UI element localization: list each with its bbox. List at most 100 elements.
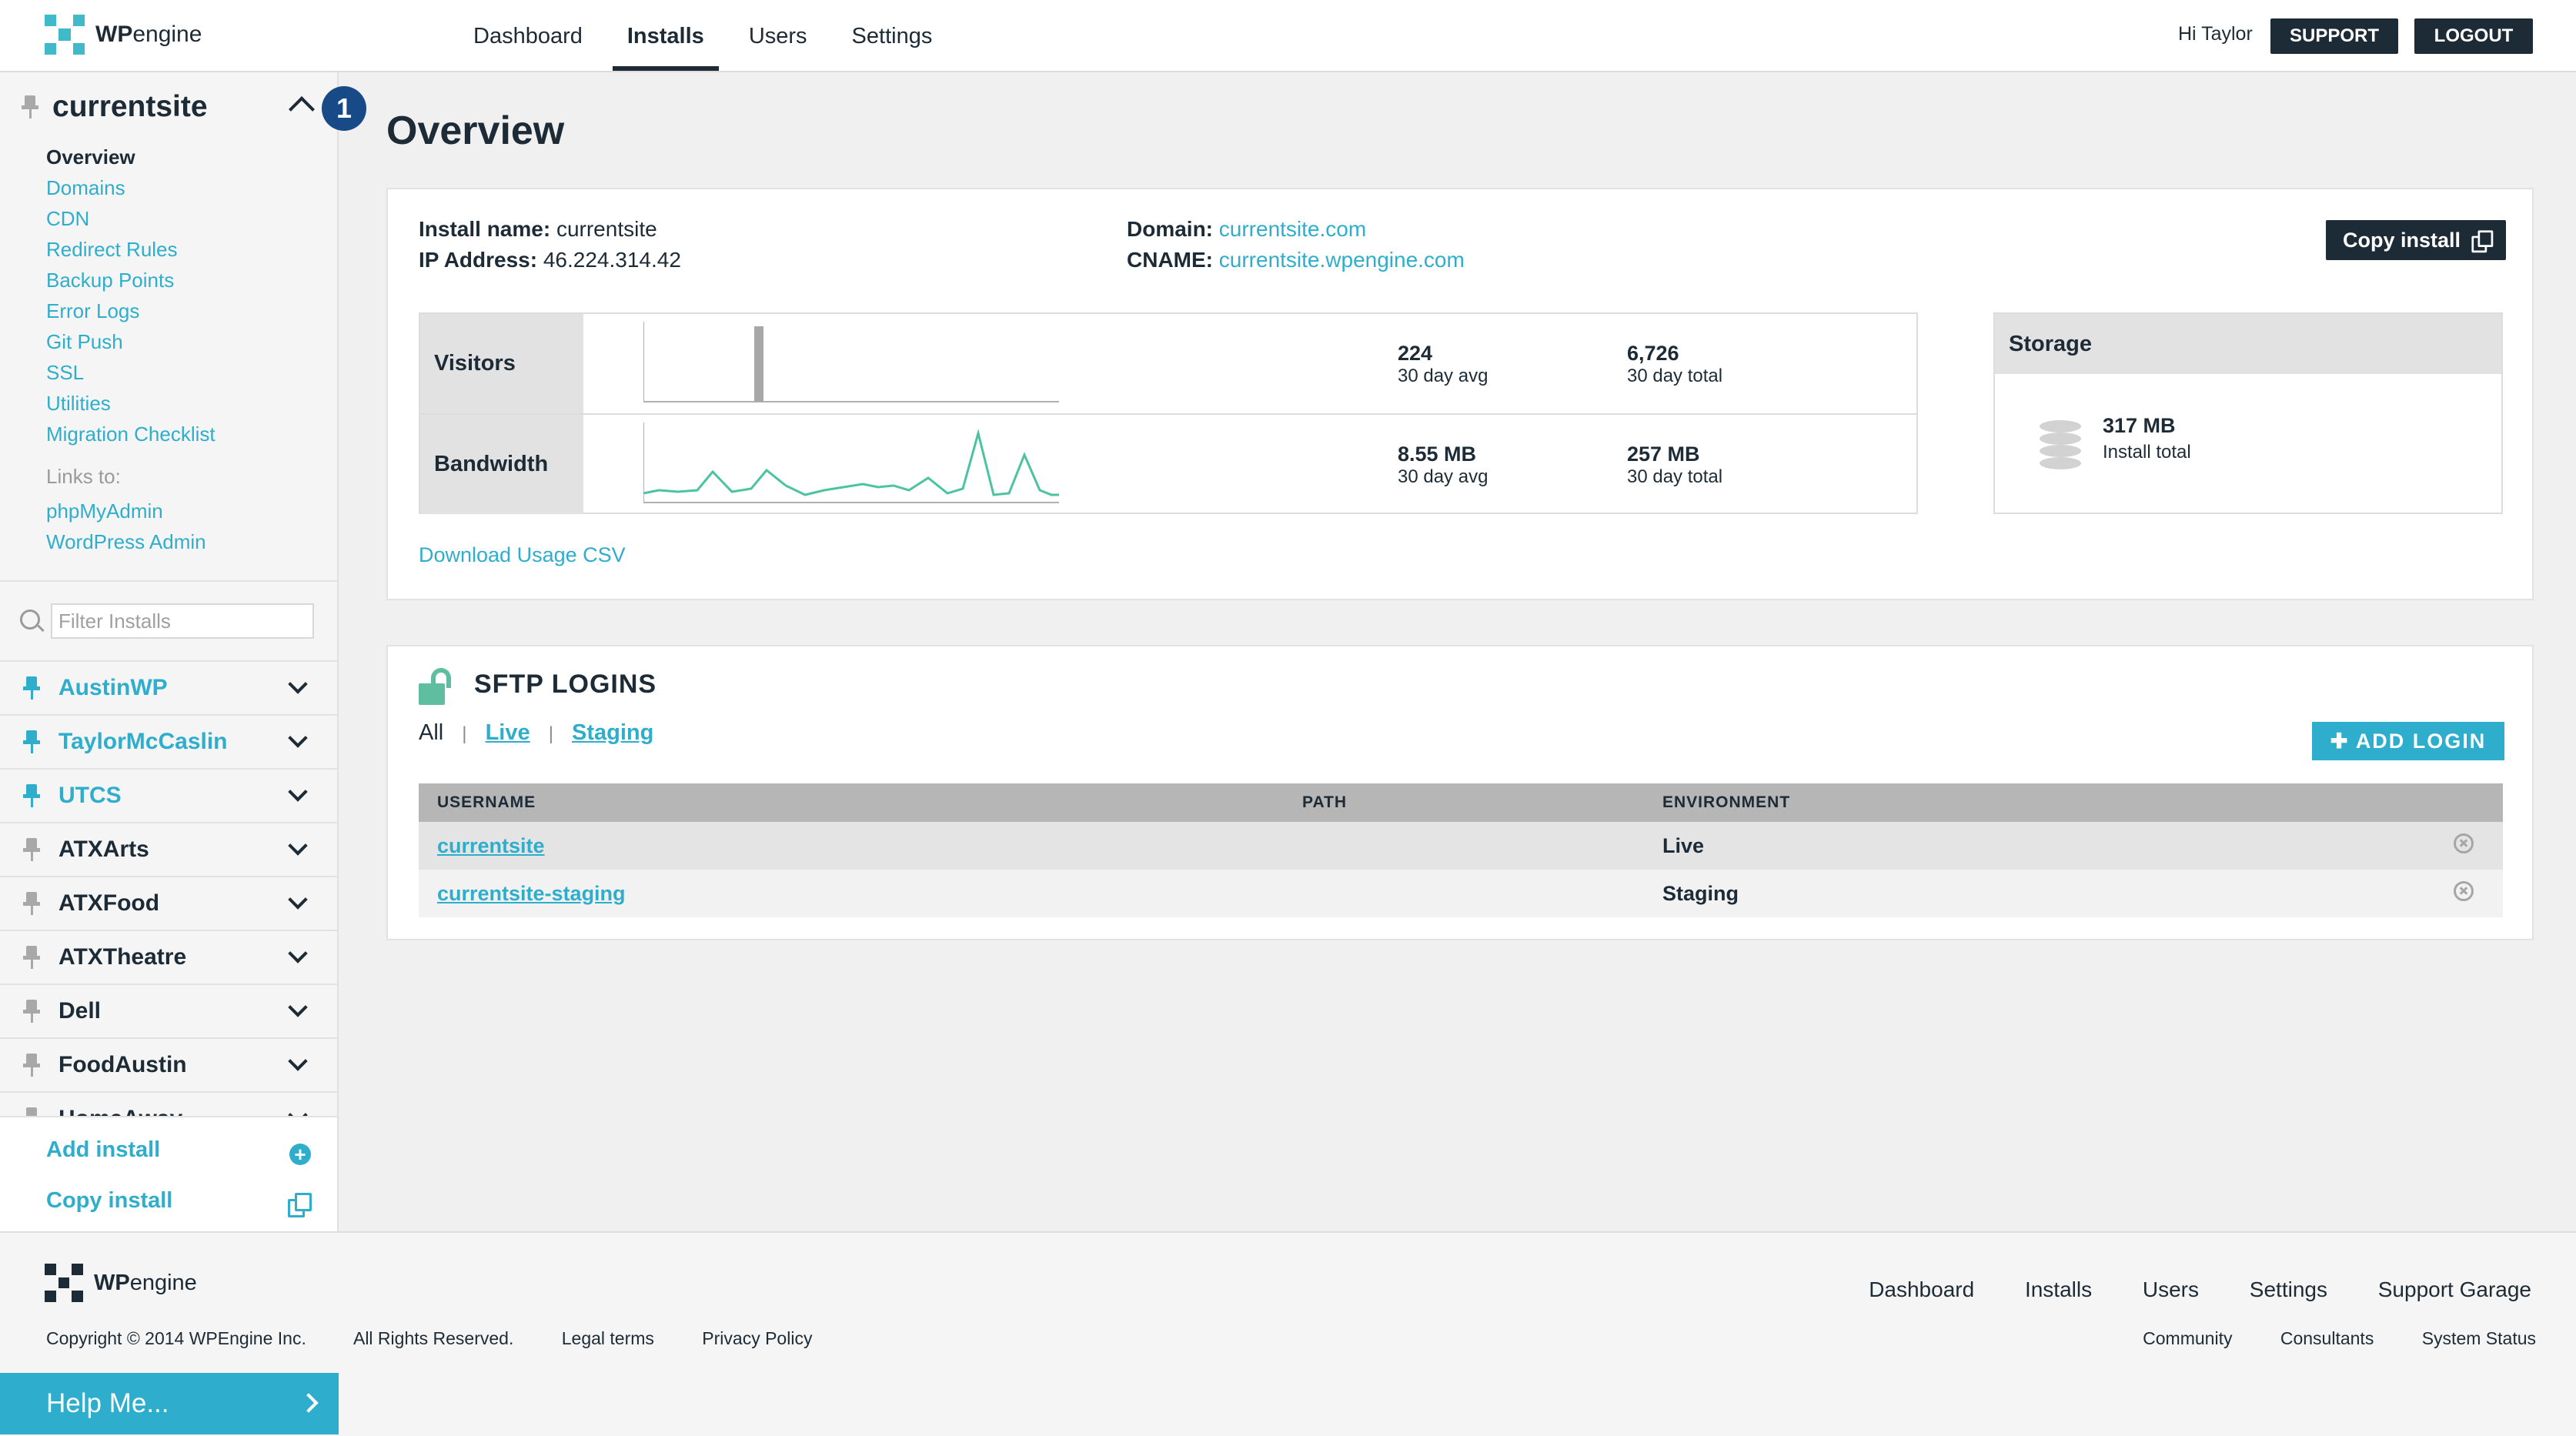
install-row[interactable]: AustinWP xyxy=(0,660,337,714)
support-button[interactable]: SUPPORT xyxy=(2270,18,2398,54)
current-install-header[interactable]: currentsite xyxy=(22,88,322,126)
pin-icon[interactable] xyxy=(23,784,40,807)
storage-title: Storage xyxy=(1995,314,2501,374)
username-link[interactable]: currentsite-staging xyxy=(437,882,626,905)
pin-icon[interactable] xyxy=(23,838,40,861)
sub-nav-overview[interactable]: Overview xyxy=(46,142,216,172)
sub-nav-error-logs[interactable]: Error Logs xyxy=(46,296,216,326)
filter-live[interactable]: Live xyxy=(486,720,530,745)
install-row[interactable]: ATXTheatre xyxy=(0,930,337,983)
usage-table: Visitors 224 30 day avg 6,726 30 day tot… xyxy=(419,312,1918,514)
chevron-down-icon[interactable] xyxy=(288,943,308,963)
privacy-policy-link[interactable]: Privacy Policy xyxy=(702,1328,812,1348)
phpmyadmin-link[interactable]: phpMyAdmin xyxy=(46,496,206,526)
pin-icon[interactable] xyxy=(23,730,40,753)
footer-nav-installs[interactable]: Installs xyxy=(2025,1277,2092,1301)
footer-nav-support-garage[interactable]: Support Garage xyxy=(2378,1277,2531,1301)
sub-nav-redirect-rules[interactable]: Redirect Rules xyxy=(46,234,216,265)
table-header-row: USERNAME PATH ENVIRONMENT xyxy=(419,783,2503,822)
cname-link[interactable]: currentsite.wpengine.com xyxy=(1219,248,1465,272)
pin-icon[interactable] xyxy=(23,946,40,969)
footer-logo[interactable]: WPengine xyxy=(45,1264,197,1302)
filter-installs-area xyxy=(0,580,337,662)
nav-settings[interactable]: Settings xyxy=(837,0,947,71)
pin-icon[interactable] xyxy=(23,1054,40,1077)
footer-nav-settings[interactable]: Settings xyxy=(2250,1277,2327,1301)
sub-nav-domains[interactable]: Domains xyxy=(46,172,216,203)
install-name: TaylorMcCaslin xyxy=(58,729,228,754)
legal-terms-link[interactable]: Legal terms xyxy=(562,1328,654,1348)
pin-icon[interactable] xyxy=(23,1000,40,1023)
install-row[interactable]: FoodAustin xyxy=(0,1037,337,1091)
remove-login-icon[interactable] xyxy=(2454,833,2474,853)
sub-nav-ssl[interactable]: SSL xyxy=(46,357,216,388)
username-link[interactable]: currentsite xyxy=(437,834,545,857)
footer-system-status-link[interactable]: System Status xyxy=(2422,1328,2536,1348)
add-login-button[interactable]: ✚ ADD LOGIN xyxy=(2312,722,2504,760)
install-sub-nav: Overview Domains CDN Redirect Rules Back… xyxy=(46,142,216,449)
install-row[interactable]: UTCS xyxy=(0,768,337,822)
install-name-value: currentsite xyxy=(556,217,657,241)
nav-users[interactable]: Users xyxy=(734,0,822,71)
install-row[interactable]: TaylorMcCaslin xyxy=(0,714,337,768)
logo-text: WPengine xyxy=(95,22,202,47)
install-name: FoodAustin xyxy=(58,1052,187,1077)
download-usage-csv-link[interactable]: Download Usage CSV xyxy=(419,543,626,567)
username-cell: currentsite xyxy=(419,822,1284,870)
chevron-down-icon[interactable] xyxy=(288,782,308,802)
sub-nav-utilities[interactable]: Utilities xyxy=(46,388,216,419)
database-icon xyxy=(2040,420,2081,469)
wpengine-logo[interactable]: WPengine xyxy=(45,14,202,55)
copy-install-button[interactable]: Copy install xyxy=(2326,220,2506,260)
footer-nav: Dashboard Installs Users Settings Suppor… xyxy=(1824,1277,2531,1302)
install-row[interactable]: Dell xyxy=(0,983,337,1037)
footer-community-link[interactable]: Community xyxy=(2143,1328,2232,1348)
chevron-down-icon[interactable] xyxy=(288,836,308,856)
copy-install-link[interactable]: Copy install xyxy=(46,1188,172,1214)
filter-installs-input[interactable] xyxy=(51,603,314,639)
footer-nav-users[interactable]: Users xyxy=(2143,1277,2199,1301)
plus-circle-icon[interactable]: + xyxy=(289,1144,311,1165)
sub-nav-migration-checklist[interactable]: Migration Checklist xyxy=(46,419,216,449)
wordpress-admin-link[interactable]: WordPress Admin xyxy=(46,526,206,557)
pin-icon[interactable] xyxy=(22,95,38,119)
pin-icon[interactable] xyxy=(23,676,40,700)
sftp-table: USERNAME PATH ENVIRONMENT currentsite Li… xyxy=(419,783,2503,917)
table-row: currentsite Live xyxy=(419,822,2503,870)
sub-nav-cdn[interactable]: CDN xyxy=(46,203,216,234)
sub-nav-git-push[interactable]: Git Push xyxy=(46,326,216,357)
copy-icon[interactable] xyxy=(288,1193,312,1217)
sidebar: currentsite Overview Domains CDN Redirec… xyxy=(0,72,339,1231)
install-row[interactable]: ATXArts xyxy=(0,822,337,876)
path-cell xyxy=(1284,822,1644,870)
remove-login-icon[interactable] xyxy=(2454,880,2474,901)
filter-all[interactable]: All xyxy=(419,720,443,745)
chevron-down-icon[interactable] xyxy=(288,890,308,910)
chevron-up-icon[interactable] xyxy=(289,96,315,122)
footer-nav-dashboard[interactable]: Dashboard xyxy=(1869,1277,1974,1301)
copyright-row: Copyright © 2014 WPEngine Inc. All Right… xyxy=(46,1328,855,1349)
install-row[interactable]: ATXFood xyxy=(0,876,337,930)
visitors-avg-value: 224 xyxy=(1398,342,1433,365)
bandwidth-avg-value: 8.55 MB xyxy=(1398,442,1477,466)
sub-nav-backup-points[interactable]: Backup Points xyxy=(46,265,216,296)
install-name: UTCS xyxy=(58,783,122,808)
chevron-down-icon[interactable] xyxy=(288,728,308,748)
chevron-down-icon[interactable] xyxy=(288,674,308,694)
chevron-down-icon[interactable] xyxy=(288,1051,308,1071)
chevron-down-icon[interactable] xyxy=(288,997,308,1017)
domain-link[interactable]: currentsite.com xyxy=(1219,217,1366,241)
chevron-right-icon xyxy=(299,1393,319,1413)
copy-icon xyxy=(2471,230,2494,253)
add-install-link[interactable]: Add install xyxy=(46,1137,160,1163)
remove-cell xyxy=(2435,870,2503,917)
nav-installs[interactable]: Installs xyxy=(612,0,719,71)
help-me-bar[interactable]: Help Me... xyxy=(0,1373,339,1434)
logout-button[interactable]: LOGOUT xyxy=(2414,18,2533,54)
footer-consultants-link[interactable]: Consultants xyxy=(2280,1328,2374,1348)
filter-staging[interactable]: Staging xyxy=(572,720,653,745)
bandwidth-avg-label: 30 day avg xyxy=(1398,466,1488,487)
nav-dashboard[interactable]: Dashboard xyxy=(459,0,597,71)
links-to-label: Links to: xyxy=(46,465,121,488)
pin-icon[interactable] xyxy=(23,892,40,915)
